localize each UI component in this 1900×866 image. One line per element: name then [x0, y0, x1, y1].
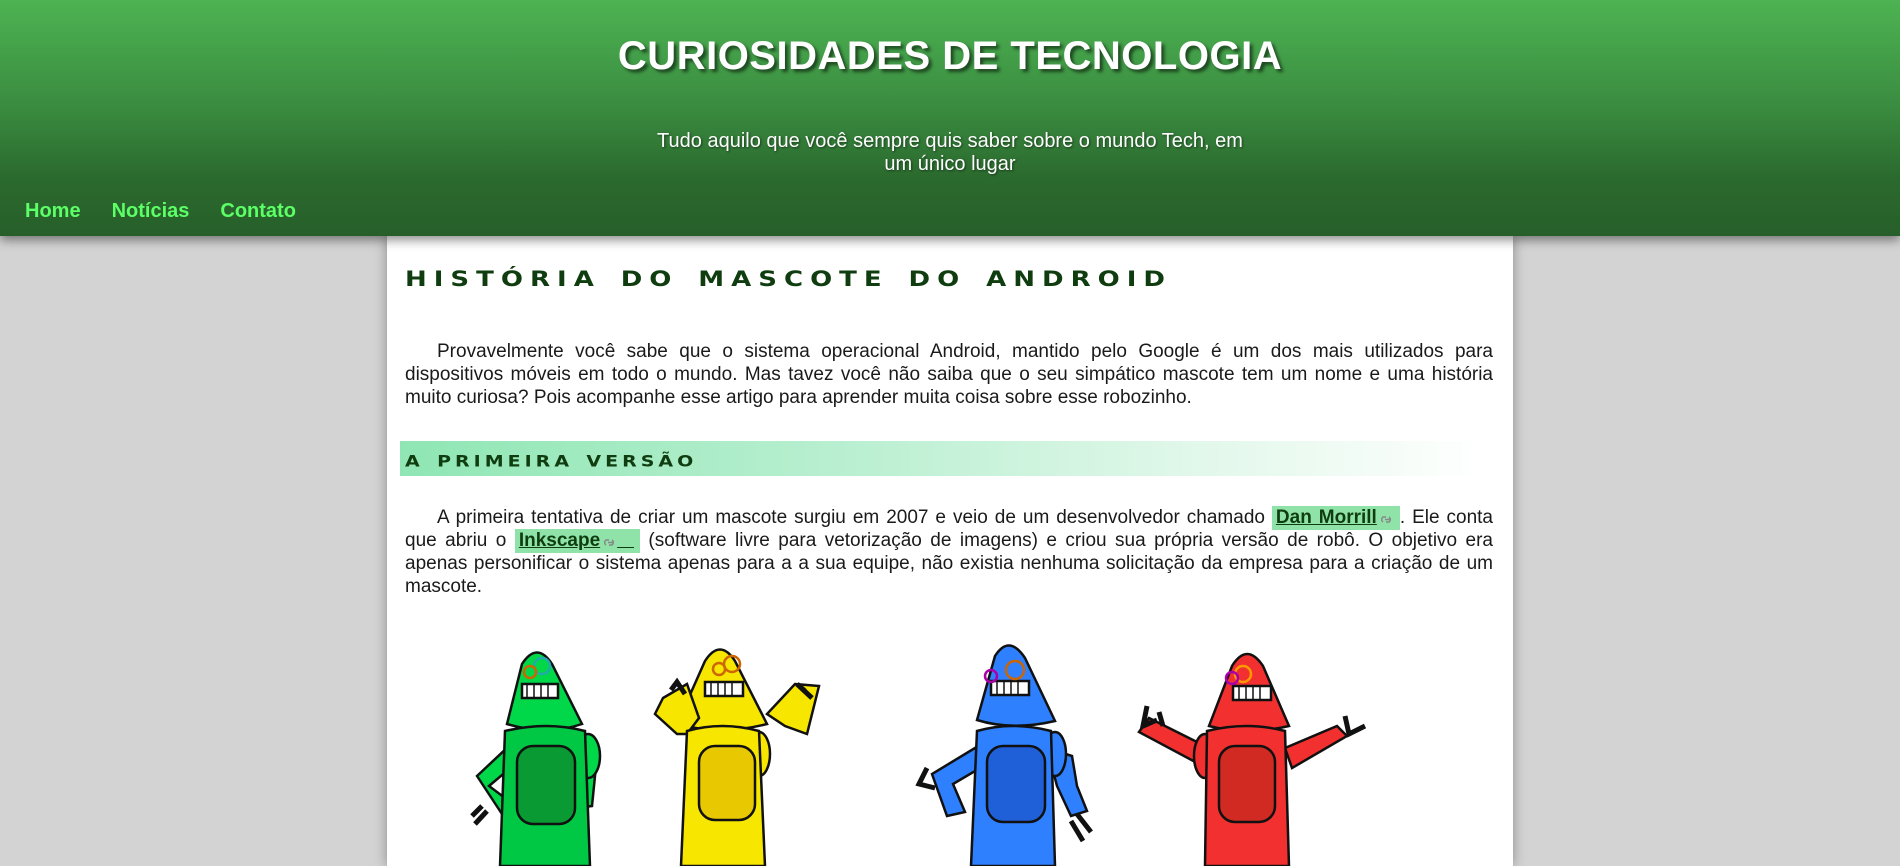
- link-inkscape[interactable]: Inkscape: [514, 529, 640, 553]
- android-mascot-robots-image: [470, 644, 1367, 866]
- site-subtitle: Tudo aquilo que você sempre quis saber s…: [657, 130, 1243, 175]
- paragraph-text: A primeira tentativa de criar um mascote…: [437, 507, 1272, 528]
- nav-link-contato[interactable]: Contato: [220, 200, 296, 223]
- external-link-icon: [604, 539, 615, 546]
- article-container: HISTÓRIA DO MASCOTE DO ANDROID Provavelm…: [387, 236, 1513, 866]
- robot-yellow: [653, 648, 821, 866]
- nav-link-home[interactable]: Home: [25, 200, 81, 223]
- section-paragraph: A primeira tentativa de criar um mascote…: [405, 506, 1493, 598]
- robot-green: [470, 651, 602, 866]
- robot-red: [1137, 652, 1367, 866]
- main-nav: Home Notícias Contato: [25, 200, 296, 223]
- link-label: Inkscape: [518, 530, 601, 551]
- link-dan-morrill[interactable]: Dan Morrill: [1271, 506, 1400, 530]
- link-label: Dan Morrill: [1275, 507, 1377, 528]
- nav-link-noticias[interactable]: Notícias: [112, 200, 190, 223]
- external-link-icon: [1380, 516, 1391, 523]
- site-title: CURIOSIDADES DE TECNOLOGIA: [617, 34, 1283, 78]
- section-heading-bar: A PRIMEIRA VERSÃO: [400, 441, 1485, 476]
- section-heading: A PRIMEIRA VERSÃO: [405, 446, 698, 473]
- article-title: HISTÓRIA DO MASCOTE DO ANDROID: [405, 258, 1172, 294]
- robot-blue: [915, 644, 1093, 866]
- site-header: CURIOSIDADES DE TECNOLOGIA Tudo aquilo q…: [0, 0, 1900, 236]
- intro-paragraph: Provavelmente você sabe que o sistema op…: [405, 341, 1493, 408]
